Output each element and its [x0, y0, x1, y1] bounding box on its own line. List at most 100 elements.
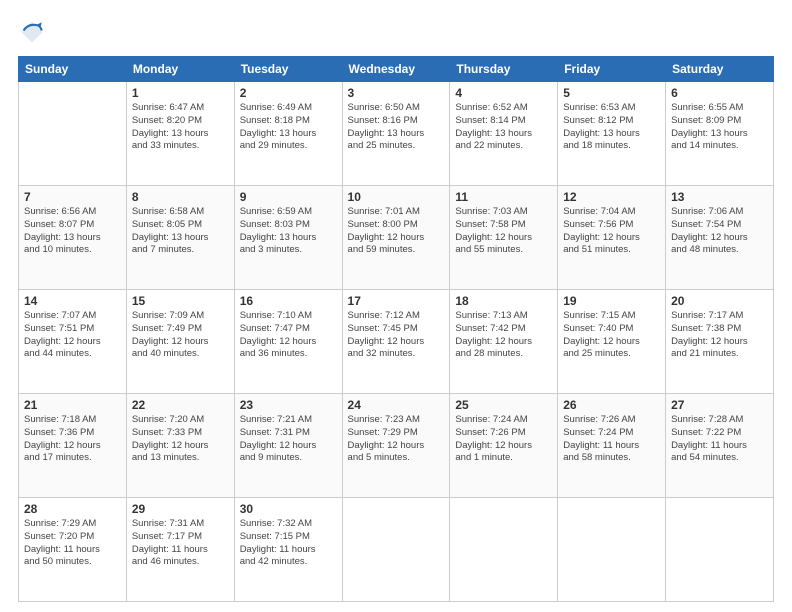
- day-info: Sunrise: 7:28 AMSunset: 7:22 PMDaylight:…: [671, 414, 768, 465]
- calendar-cell: [342, 498, 450, 602]
- day-info: Sunrise: 7:31 AMSunset: 7:17 PMDaylight:…: [132, 518, 229, 569]
- day-info: Sunrise: 6:59 AMSunset: 8:03 PMDaylight:…: [240, 206, 337, 257]
- day-number: 30: [240, 502, 337, 516]
- day-number: 25: [455, 398, 552, 412]
- calendar-week-row: 7 Sunrise: 6:56 AMSunset: 8:07 PMDaylight…: [19, 186, 774, 290]
- day-number: 28: [24, 502, 121, 516]
- day-number: 14: [24, 294, 121, 308]
- calendar-cell: 11Sunrise: 7:03 AMSunset: 7:58 PMDayligh…: [450, 186, 558, 290]
- day-info: Sunrise: 6:52 AMSunset: 8:14 PMDaylight:…: [455, 102, 552, 153]
- calendar-cell: 23 Sunrise: 7:21 AMSunset: 7:31 PMDayligh…: [234, 394, 342, 498]
- day-number: 16: [240, 294, 337, 308]
- calendar-cell: 6 Sunrise: 6:55 AMSunset: 8:09 PMDaylight…: [666, 82, 774, 186]
- calendar-cell: 2 Sunrise: 6:49 AMSunset: 8:18 PMDaylight…: [234, 82, 342, 186]
- day-info: Sunrise: 6:56 AMSunset: 8:07 PMDaylight:…: [24, 206, 121, 257]
- day-number: 18: [455, 294, 552, 308]
- calendar-cell: 9 Sunrise: 6:59 AMSunset: 8:03 PMDaylight…: [234, 186, 342, 290]
- calendar-cell: 16 Sunrise: 7:10 AMSunset: 7:47 PMDayligh…: [234, 290, 342, 394]
- calendar-cell: 21 Sunrise: 7:18 AMSunset: 7:36 PMDayligh…: [19, 394, 127, 498]
- day-number: 10: [348, 190, 445, 204]
- calendar-week-row: 21 Sunrise: 7:18 AMSunset: 7:36 PMDayligh…: [19, 394, 774, 498]
- day-number: 9: [240, 190, 337, 204]
- calendar-cell: [666, 498, 774, 602]
- day-number: 20: [671, 294, 768, 308]
- calendar-cell: 22 Sunrise: 7:20 AMSunset: 7:33 PMDayligh…: [126, 394, 234, 498]
- calendar-header-sunday: Sunday: [19, 57, 127, 82]
- day-number: 6: [671, 86, 768, 100]
- day-info: Sunrise: 7:26 AMSunset: 7:24 PMDaylight:…: [563, 414, 660, 465]
- calendar-cell: 4Sunrise: 6:52 AMSunset: 8:14 PMDaylight…: [450, 82, 558, 186]
- calendar-cell: [450, 498, 558, 602]
- day-number: 7: [24, 190, 121, 204]
- calendar-header-tuesday: Tuesday: [234, 57, 342, 82]
- day-number: 15: [132, 294, 229, 308]
- calendar-cell: 5 Sunrise: 6:53 AMSunset: 8:12 PMDaylight…: [558, 82, 666, 186]
- calendar-cell: 3Sunrise: 6:50 AMSunset: 8:16 PMDaylight…: [342, 82, 450, 186]
- page-header: [18, 18, 774, 46]
- calendar-cell: 7 Sunrise: 6:56 AMSunset: 8:07 PMDaylight…: [19, 186, 127, 290]
- day-info: Sunrise: 7:21 AMSunset: 7:31 PMDaylight:…: [240, 414, 337, 465]
- calendar-header-wednesday: Wednesday: [342, 57, 450, 82]
- calendar-cell: 18 Sunrise: 7:13 AMSunset: 7:42 PMDayligh…: [450, 290, 558, 394]
- calendar-cell: [19, 82, 127, 186]
- calendar-week-row: 1 Sunrise: 6:47 AMSunset: 8:20 PMDaylight…: [19, 82, 774, 186]
- day-info: Sunrise: 7:07 AMSunset: 7:51 PMDaylight:…: [24, 310, 121, 361]
- calendar-header-thursday: Thursday: [450, 57, 558, 82]
- day-number: 19: [563, 294, 660, 308]
- day-info: Sunrise: 6:53 AMSunset: 8:12 PMDaylight:…: [563, 102, 660, 153]
- day-number: 24: [348, 398, 445, 412]
- calendar-cell: 8 Sunrise: 6:58 AMSunset: 8:05 PMDaylight…: [126, 186, 234, 290]
- day-number: 2: [240, 86, 337, 100]
- day-info: Sunrise: 7:13 AMSunset: 7:42 PMDaylight:…: [455, 310, 552, 361]
- calendar-cell: 14 Sunrise: 7:07 AMSunset: 7:51 PMDayligh…: [19, 290, 127, 394]
- day-info: Sunrise: 7:23 AMSunset: 7:29 PMDaylight:…: [348, 414, 445, 465]
- calendar-cell: 27 Sunrise: 7:28 AMSunset: 7:22 PMDayligh…: [666, 394, 774, 498]
- calendar-week-row: 14 Sunrise: 7:07 AMSunset: 7:51 PMDayligh…: [19, 290, 774, 394]
- day-info: Sunrise: 6:55 AMSunset: 8:09 PMDaylight:…: [671, 102, 768, 153]
- calendar-cell: 25 Sunrise: 7:24 AMSunset: 7:26 PMDayligh…: [450, 394, 558, 498]
- day-number: 26: [563, 398, 660, 412]
- day-number: 21: [24, 398, 121, 412]
- calendar-cell: 24 Sunrise: 7:23 AMSunset: 7:29 PMDayligh…: [342, 394, 450, 498]
- day-info: Sunrise: 7:17 AMSunset: 7:38 PMDaylight:…: [671, 310, 768, 361]
- day-number: 1: [132, 86, 229, 100]
- calendar-cell: 29 Sunrise: 7:31 AMSunset: 7:17 PMDayligh…: [126, 498, 234, 602]
- day-info: Sunrise: 7:32 AMSunset: 7:15 PMDaylight:…: [240, 518, 337, 569]
- calendar-header-row: SundayMondayTuesdayWednesdayThursdayFrid…: [19, 57, 774, 82]
- day-info: Sunrise: 7:10 AMSunset: 7:47 PMDaylight:…: [240, 310, 337, 361]
- day-info: Sunrise: 6:58 AMSunset: 8:05 PMDaylight:…: [132, 206, 229, 257]
- day-info: Sunrise: 6:47 AMSunset: 8:20 PMDaylight:…: [132, 102, 229, 153]
- day-number: 29: [132, 502, 229, 516]
- day-number: 22: [132, 398, 229, 412]
- logo: [18, 18, 48, 46]
- day-info: Sunrise: 7:09 AMSunset: 7:49 PMDaylight:…: [132, 310, 229, 361]
- day-number: 17: [348, 294, 445, 308]
- calendar-table: SundayMondayTuesdayWednesdayThursdayFrid…: [18, 56, 774, 602]
- calendar-cell: 20 Sunrise: 7:17 AMSunset: 7:38 PMDayligh…: [666, 290, 774, 394]
- calendar-week-row: 28Sunrise: 7:29 AMSunset: 7:20 PMDayligh…: [19, 498, 774, 602]
- day-number: 23: [240, 398, 337, 412]
- calendar-cell: 12 Sunrise: 7:04 AMSunset: 7:56 PMDayligh…: [558, 186, 666, 290]
- day-info: Sunrise: 7:01 AMSunset: 8:00 PMDaylight:…: [348, 206, 445, 257]
- day-info: Sunrise: 7:04 AMSunset: 7:56 PMDaylight:…: [563, 206, 660, 257]
- day-number: 12: [563, 190, 660, 204]
- day-info: Sunrise: 7:15 AMSunset: 7:40 PMDaylight:…: [563, 310, 660, 361]
- day-number: 5: [563, 86, 660, 100]
- calendar-cell: 1 Sunrise: 6:47 AMSunset: 8:20 PMDaylight…: [126, 82, 234, 186]
- calendar-cell: 15 Sunrise: 7:09 AMSunset: 7:49 PMDayligh…: [126, 290, 234, 394]
- calendar-cell: 17Sunrise: 7:12 AMSunset: 7:45 PMDayligh…: [342, 290, 450, 394]
- day-number: 27: [671, 398, 768, 412]
- calendar-cell: [558, 498, 666, 602]
- calendar-cell: 19 Sunrise: 7:15 AMSunset: 7:40 PMDayligh…: [558, 290, 666, 394]
- day-info: Sunrise: 7:24 AMSunset: 7:26 PMDaylight:…: [455, 414, 552, 465]
- logo-icon: [18, 18, 46, 46]
- day-number: 3: [348, 86, 445, 100]
- day-number: 8: [132, 190, 229, 204]
- day-info: Sunrise: 6:49 AMSunset: 8:18 PMDaylight:…: [240, 102, 337, 153]
- calendar-cell: 13Sunrise: 7:06 AMSunset: 7:54 PMDayligh…: [666, 186, 774, 290]
- day-info: Sunrise: 7:06 AMSunset: 7:54 PMDaylight:…: [671, 206, 768, 257]
- day-info: Sunrise: 7:18 AMSunset: 7:36 PMDaylight:…: [24, 414, 121, 465]
- calendar-header-monday: Monday: [126, 57, 234, 82]
- calendar-cell: 28Sunrise: 7:29 AMSunset: 7:20 PMDayligh…: [19, 498, 127, 602]
- day-info: Sunrise: 7:20 AMSunset: 7:33 PMDaylight:…: [132, 414, 229, 465]
